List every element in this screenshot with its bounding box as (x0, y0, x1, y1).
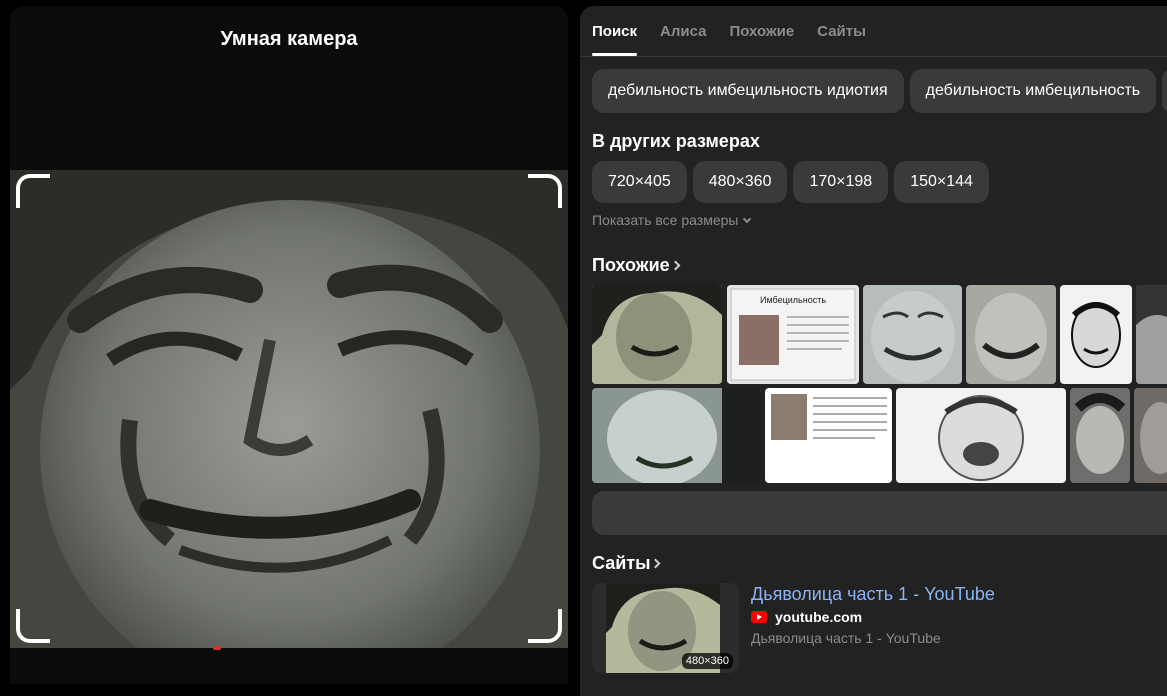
similar-image[interactable] (896, 388, 1066, 483)
focus-indicator (213, 646, 221, 650)
site-domain-label: youtube.com (775, 609, 863, 625)
size-chip[interactable]: 720×405 (592, 161, 687, 203)
similar-image-document[interactable]: Имбецильность (727, 285, 859, 384)
tab-sites[interactable]: Сайты (817, 6, 866, 56)
chevron-right-icon (651, 558, 661, 569)
camera-title: Умная камера (220, 28, 358, 50)
similar-image[interactable] (863, 285, 962, 384)
sizes-list: 720×405 480×360 170×198 150×144 (592, 161, 989, 203)
show-all-sizes-label: Показать все размеры (592, 212, 739, 228)
results-tabs: Поиск Алиса Похожие Сайты (592, 6, 889, 56)
crop-corner-bottom-left[interactable] (16, 609, 50, 643)
show-more-similar-button[interactable] (592, 491, 1167, 535)
similar-image[interactable] (592, 285, 722, 384)
tabs-divider (580, 56, 1167, 57)
similar-doc-title: Имбецильность (759, 295, 827, 305)
similar-image[interactable] (592, 388, 761, 483)
query-chip-overflow[interactable] (1162, 69, 1167, 113)
results-panel: Поиск Алиса Похожие Сайты дебильность им… (580, 6, 1167, 696)
similar-image[interactable] (1070, 388, 1130, 483)
tab-similar[interactable]: Похожие (729, 6, 794, 56)
sites-title-label: Сайты (592, 553, 651, 573)
size-chip[interactable]: 480×360 (692, 161, 788, 203)
query-chip[interactable]: дебильность имбецильность идиотия (592, 69, 904, 113)
site-result-description: Дьяволица часть 1 - YouTube (751, 630, 941, 646)
query-chip[interactable]: дебильность имбецильность (909, 69, 1157, 113)
size-chip[interactable]: 170×198 (793, 161, 889, 203)
chevron-down-icon (743, 214, 752, 224)
crop-corner-top-left[interactable] (16, 174, 50, 208)
similar-title[interactable]: Похожие (592, 255, 681, 276)
chevron-right-icon (670, 260, 681, 271)
image-size-badge: 480×360 (681, 653, 733, 669)
sites-title[interactable]: Сайты (592, 553, 661, 574)
smart-camera-panel: Умная камера (10, 6, 568, 684)
tab-alice[interactable]: Алиса (660, 6, 706, 56)
site-result-thumbnail[interactable]: 480×360 (592, 583, 739, 673)
site-result-domain[interactable]: youtube.com (751, 609, 862, 625)
similar-title-label: Похожие (592, 255, 670, 275)
similar-image[interactable] (1134, 388, 1167, 483)
query-suggestions: дебильность имбецильность идиотия дебиль… (592, 69, 1167, 113)
similar-image[interactable] (1136, 285, 1167, 384)
site-result-title[interactable]: Дьяволица часть 1 - YouTube (751, 584, 995, 605)
show-all-sizes-link[interactable]: Показать все размеры (592, 212, 752, 228)
similar-image-document[interactable] (765, 388, 892, 483)
camera-image[interactable] (10, 170, 568, 648)
youtube-icon (751, 611, 767, 623)
tab-search[interactable]: Поиск (592, 6, 638, 56)
sizes-title: В других размерах (592, 131, 760, 151)
size-chip[interactable]: 150×144 (894, 161, 989, 203)
crop-corner-top-right[interactable] (528, 174, 562, 208)
similar-image[interactable] (966, 285, 1056, 384)
crop-corner-bottom-right[interactable] (528, 609, 562, 643)
similar-image[interactable] (1060, 285, 1132, 384)
